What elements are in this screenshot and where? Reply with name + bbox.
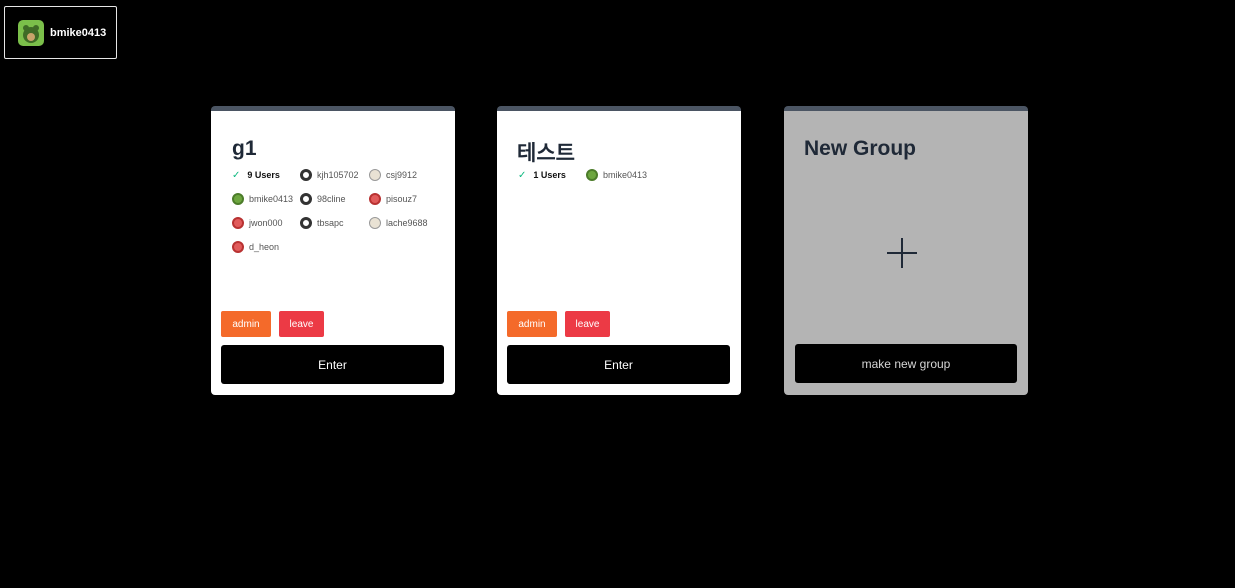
user-name: bmike0413: [50, 26, 107, 39]
users-count: ✓ 9 Users: [232, 167, 300, 183]
member-name: bmike0413: [249, 194, 294, 204]
group-actions: admin leave: [221, 311, 324, 337]
users-count-label: 1 Users: [533, 170, 566, 180]
users-count: ✓ 1 Users: [518, 167, 586, 183]
member-avatar-icon: [369, 169, 381, 181]
member-avatar-icon: [232, 241, 244, 253]
member-name: lache9688: [386, 218, 428, 228]
member-avatar-icon: [369, 217, 381, 229]
leave-button[interactable]: leave: [565, 311, 610, 337]
member-name: tbsapc: [317, 218, 344, 228]
member-name: bmike0413: [603, 170, 648, 180]
member-name: d_heon: [249, 242, 280, 252]
member-item: 98cline: [300, 191, 369, 207]
member-item: pisouz7: [369, 191, 439, 207]
member-avatar-icon: [300, 169, 312, 181]
member-item: d_heon: [232, 239, 300, 255]
group-members: ✓ 9 Users kjh105702 csj9912 bmike0413 98…: [232, 167, 439, 255]
member-item: kjh105702: [300, 167, 369, 183]
enter-button[interactable]: Enter: [221, 345, 444, 384]
group-actions: admin leave: [507, 311, 610, 337]
member-item: csj9912: [369, 167, 439, 183]
member-item: jwon000: [232, 215, 300, 231]
member-avatar-icon: [232, 217, 244, 229]
plus-icon[interactable]: [887, 238, 917, 268]
member-avatar-icon: [232, 193, 244, 205]
user-badge[interactable]: bmike0413: [4, 6, 117, 59]
member-item: bmike0413: [586, 167, 655, 183]
enter-button[interactable]: Enter: [507, 345, 730, 384]
users-count-label: 9 Users: [247, 170, 280, 180]
check-icon: ✓: [518, 169, 527, 181]
member-name: 98cline: [317, 194, 346, 204]
member-item: lache9688: [369, 215, 439, 231]
bear-avatar-icon: [18, 19, 44, 46]
member-avatar-icon: [586, 169, 598, 181]
new-group-card: New Group make new group: [784, 106, 1028, 395]
member-name: csj9912: [386, 170, 418, 180]
new-group-title: New Group: [804, 137, 917, 160]
make-new-group-button[interactable]: make new group: [795, 344, 1017, 383]
member-item: bmike0413: [232, 191, 300, 207]
admin-button[interactable]: admin: [507, 311, 557, 337]
member-avatar-icon: [300, 193, 312, 205]
admin-button[interactable]: admin: [221, 311, 271, 337]
member-avatar-icon: [369, 193, 381, 205]
check-icon: ✓: [232, 169, 241, 181]
leave-button[interactable]: leave: [279, 311, 324, 337]
group-card-test: 테스트 ✓ 1 Users bmike0413 admin leave Ente…: [497, 106, 741, 395]
group-title: 테스트: [517, 142, 575, 165]
group-members: ✓ 1 Users bmike0413: [518, 167, 725, 183]
member-item: tbsapc: [300, 215, 369, 231]
member-avatar-icon: [300, 217, 312, 229]
member-name: pisouz7: [386, 194, 418, 204]
group-title: g1: [232, 137, 257, 160]
member-name: jwon000: [249, 218, 283, 228]
member-name: kjh105702: [317, 170, 359, 180]
group-card-g1: g1 ✓ 9 Users kjh105702 csj9912 bmike0413…: [211, 106, 455, 395]
